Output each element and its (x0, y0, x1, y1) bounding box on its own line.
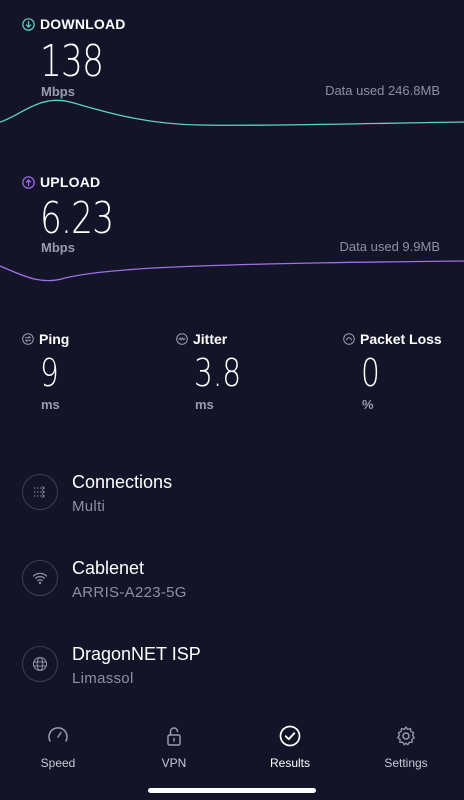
packet-loss-value: 0 (361, 351, 380, 395)
upload-label: UPLOAD (40, 174, 101, 190)
jitter-icon (176, 333, 188, 345)
isp-location: Limassol (72, 670, 134, 687)
jitter-label: Jitter (193, 331, 228, 347)
ping-header: Ping (22, 331, 69, 347)
download-arrow-icon (22, 17, 35, 31)
tab-settings[interactable]: Settings (361, 724, 451, 774)
network-ssid: ARRIS-A223-5G (72, 584, 187, 601)
connections-icon (22, 474, 58, 510)
tab-results-label: Results (269, 756, 310, 770)
isp-name: DragonNET ISP (72, 644, 201, 664)
tab-vpn-label: VPN (161, 756, 187, 770)
network-row[interactable]: Cablenet ARRIS-A223-5G (22, 558, 442, 608)
upload-header: UPLOAD (22, 174, 100, 190)
connections-row[interactable]: Connections Multi (22, 472, 442, 522)
upload-graph (0, 260, 464, 282)
connections-subtitle: Multi (72, 498, 106, 515)
jitter-unit: ms (195, 397, 214, 412)
gear-icon (394, 724, 418, 748)
jitter-header: Jitter (176, 331, 227, 347)
download-label: DOWNLOAD (40, 16, 126, 32)
download-header: DOWNLOAD (22, 16, 126, 32)
globe-icon (22, 646, 58, 682)
ping-unit: ms (41, 397, 60, 412)
upload-speed-value: 6.23 (40, 193, 114, 244)
packet-loss-label: Packet Loss (360, 331, 442, 347)
tab-results[interactable]: Results (245, 724, 335, 774)
isp-row[interactable]: DragonNET ISP Limassol (22, 644, 442, 694)
tab-speed-label: Speed (40, 756, 76, 770)
packet-loss-icon (343, 333, 355, 345)
network-name: Cablenet (72, 558, 145, 578)
tab-settings-label: Settings (384, 756, 428, 770)
speedometer-icon (46, 724, 70, 748)
check-circle-icon (278, 724, 302, 748)
ping-icon (22, 333, 34, 345)
download-graph (0, 99, 464, 126)
tab-vpn[interactable]: VPN (129, 724, 219, 774)
tab-speed[interactable]: Speed (13, 724, 103, 774)
wifi-icon (22, 560, 58, 596)
lock-icon (162, 724, 186, 748)
home-indicator[interactable] (148, 788, 316, 793)
connections-title: Connections (72, 472, 173, 492)
ping-value: 9 (40, 351, 59, 395)
ping-label: Ping (39, 331, 70, 347)
upload-arrow-icon (22, 175, 35, 189)
packet-loss-unit: % (362, 397, 374, 412)
jitter-value: 3.8 (194, 351, 242, 395)
download-speed-value: 138 (40, 36, 104, 87)
packet-loss-header: Packet Loss (343, 331, 442, 347)
results-screen: DOWNLOAD 138 Mbps Data used 246.8MB UPLO… (0, 0, 464, 800)
